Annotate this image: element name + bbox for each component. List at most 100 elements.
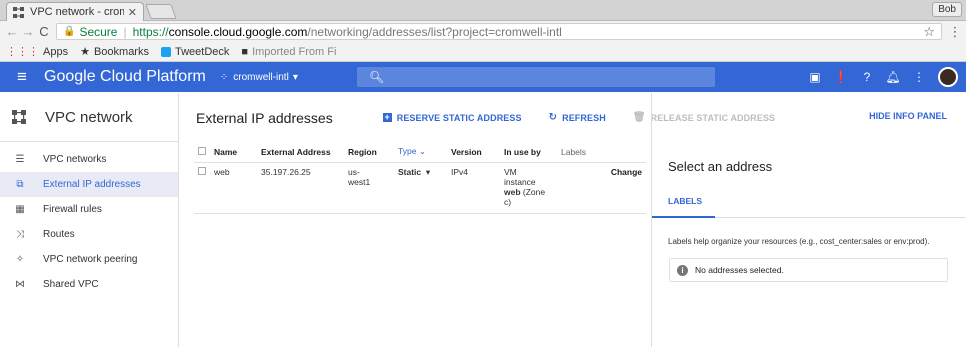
bookmark-bookmarks[interactable]: ★ Bookmarks	[80, 45, 149, 59]
cell-version: IPv4	[447, 162, 500, 214]
dropdown-arrow-icon: ▾	[425, 166, 431, 177]
bookmark-label: Bookmarks	[93, 45, 149, 58]
sidebar-list: ☰ VPC networks ⧉ External IP addresses ▦…	[0, 142, 178, 297]
bookmark-imported[interactable]: ■ Imported From Fi	[241, 46, 336, 58]
info-icon: i	[677, 264, 688, 276]
project-selector[interactable]: ⁘ cromwell-intl ▾	[220, 72, 298, 83]
table-header-row: Name External Address Region Type ⌄ Vers…	[194, 142, 646, 163]
lock-icon: 🔒	[63, 26, 76, 37]
bookmarks-bar: ⋮⋮⋮ Apps ★ Bookmarks TweetDeck ■ Importe…	[0, 42, 966, 62]
select-all-checkbox[interactable]	[194, 142, 210, 163]
browser-tab-bar: VPC network - crom ✕ Bob	[0, 0, 966, 21]
firewall-icon: ▦	[15, 204, 25, 215]
refresh-icon: ↻	[548, 112, 558, 123]
column-header-external-address[interactable]: External Address	[257, 142, 344, 163]
inuse-line-4: (Zone	[522, 186, 546, 197]
info-panel: HIDE INFO PANEL Select an address LABELS…	[651, 93, 966, 347]
sort-chevron-icon: ⌄	[418, 146, 426, 157]
new-tab-button[interactable]	[145, 4, 177, 19]
cloud-shell-icon[interactable]: ▣	[804, 70, 826, 84]
column-header-name[interactable]: Name	[210, 142, 257, 163]
refresh-button[interactable]: ↻ REFRESH	[549, 112, 606, 123]
secure-label: Secure	[79, 24, 118, 39]
bookmark-tweetdeck[interactable]: TweetDeck	[160, 46, 229, 58]
close-tab-icon[interactable]: ✕	[128, 6, 137, 19]
bookmark-star-icon[interactable]: ☆	[923, 24, 935, 40]
trash-icon: 🗑︎	[632, 112, 646, 123]
tab-labels[interactable]: LABELS	[668, 196, 702, 206]
search-input[interactable]: 🔍︎	[357, 67, 715, 87]
browser-menu-icon[interactable]: ⋮	[948, 24, 962, 40]
address-row: ← → C 🔒 Secure | https://console.cloud.g…	[0, 21, 966, 42]
bookmark-apps[interactable]: ⋮⋮⋮ Apps	[6, 45, 68, 59]
bookmark-label: Imported From Fi	[252, 45, 337, 58]
column-header-region[interactable]: Region	[344, 142, 394, 163]
reload-icon[interactable]: C	[36, 24, 52, 39]
main-area: VPC network ☰ VPC networks ⧉ External IP…	[0, 93, 966, 347]
hide-info-panel-button[interactable]: HIDE INFO PANEL	[869, 91, 947, 140]
sidebar-item-shared-vpc[interactable]: ⋈ Shared VPC	[0, 272, 178, 297]
inuse-instance-link[interactable]: web	[504, 187, 521, 197]
sidebar-item-external-ip-addresses[interactable]: ⧉ External IP addresses	[0, 172, 178, 197]
type-select[interactable]: Static ▾	[394, 162, 447, 214]
cell-region: us-west1	[344, 162, 394, 214]
back-icon[interactable]: ←	[4, 24, 20, 39]
type-header-label: Type	[398, 146, 417, 157]
project-name: cromwell-intl	[233, 71, 289, 83]
sidebar-item-routes[interactable]: ⤨ Routes	[0, 222, 178, 247]
header-actions: ▣ ❗ ? 🔔︎ ⋮	[800, 62, 958, 92]
gcp-header: ≡ Google Cloud Platform ⁘ cromwell-intl …	[0, 62, 966, 92]
add-box-icon: +	[382, 112, 392, 122]
url-bar[interactable]: 🔒 Secure | https://console.cloud.google.…	[56, 23, 942, 40]
sidebar-header: VPC network	[0, 93, 178, 142]
url-scheme: https://	[132, 24, 169, 39]
change-button[interactable]: Change	[557, 162, 646, 214]
column-header-version[interactable]: Version	[447, 142, 500, 163]
folder-icon: ■	[241, 45, 249, 58]
sidebar-title: VPC network	[45, 108, 133, 126]
row-checkbox[interactable]	[194, 162, 210, 214]
sidebar-item-label: VPC networks	[43, 154, 107, 165]
sidebar-item-vpc-networks[interactable]: ☰ VPC networks	[0, 147, 178, 172]
type-value: Static	[398, 166, 422, 177]
search-icon: 🔍︎	[369, 70, 385, 84]
info-panel-tabs: LABELS	[652, 184, 966, 218]
inuse-line-2: instance	[504, 176, 536, 187]
tweetdeck-icon	[160, 46, 171, 57]
help-icon[interactable]: ?	[856, 70, 878, 84]
notice-text: No addresses selected.	[695, 265, 784, 275]
sidebar-item-label: Routes	[43, 229, 75, 240]
column-header-in-use-by[interactable]: In use by	[500, 142, 557, 163]
more-vert-icon[interactable]: ⋮	[908, 70, 930, 84]
url-separator: |	[123, 24, 127, 39]
column-header-labels[interactable]: Labels	[557, 142, 646, 163]
window-user-badge[interactable]: Bob	[932, 2, 962, 17]
sidebar-item-vpc-network-peering[interactable]: ✧ VPC network peering	[0, 247, 178, 272]
forward-icon[interactable]: →	[20, 24, 36, 39]
vpc-favicon-icon	[13, 6, 25, 18]
project-icon: ⁘	[219, 71, 229, 83]
browser-tab[interactable]: VPC network - crom ✕	[6, 2, 144, 21]
sidebar-item-label: VPC network peering	[43, 254, 138, 265]
bell-icon[interactable]: 🔔︎	[882, 70, 904, 84]
reserve-static-address-button[interactable]: + RESERVE STATIC ADDRESS	[382, 112, 522, 123]
sidebar-item-firewall-rules[interactable]: ▦ Firewall rules	[0, 197, 178, 222]
cell-in-use-by: VM instance web (Zone c)	[500, 162, 557, 214]
product-name[interactable]: Google Cloud Platform	[44, 68, 206, 86]
page-toolbar: External IP addresses + RESERVE STATIC A…	[179, 93, 775, 142]
content-area: External IP addresses + RESERVE STATIC A…	[179, 93, 775, 347]
addresses-table: Name External Address Region Type ⌄ Vers…	[194, 142, 646, 214]
sidebar: VPC network ☰ VPC networks ⧉ External IP…	[0, 93, 179, 347]
shared-vpc-icon: ⋈	[15, 279, 25, 290]
table-row[interactable]: web 35.197.26.25 us-west1 Static ▾ IPv4 …	[194, 162, 646, 214]
column-header-type[interactable]: Type ⌄	[394, 142, 447, 163]
peering-icon: ✧	[15, 254, 25, 265]
avatar[interactable]	[938, 67, 958, 87]
star-icon: ★	[80, 46, 90, 58]
hamburger-menu-icon[interactable]: ≡	[0, 67, 44, 87]
page-title: External IP addresses	[196, 109, 333, 126]
cell-name: web	[210, 162, 257, 214]
notifications-alert-icon[interactable]: ❗	[830, 70, 852, 84]
tab-title: VPC network - crom	[30, 6, 124, 18]
region-line-1: us-	[348, 166, 360, 177]
